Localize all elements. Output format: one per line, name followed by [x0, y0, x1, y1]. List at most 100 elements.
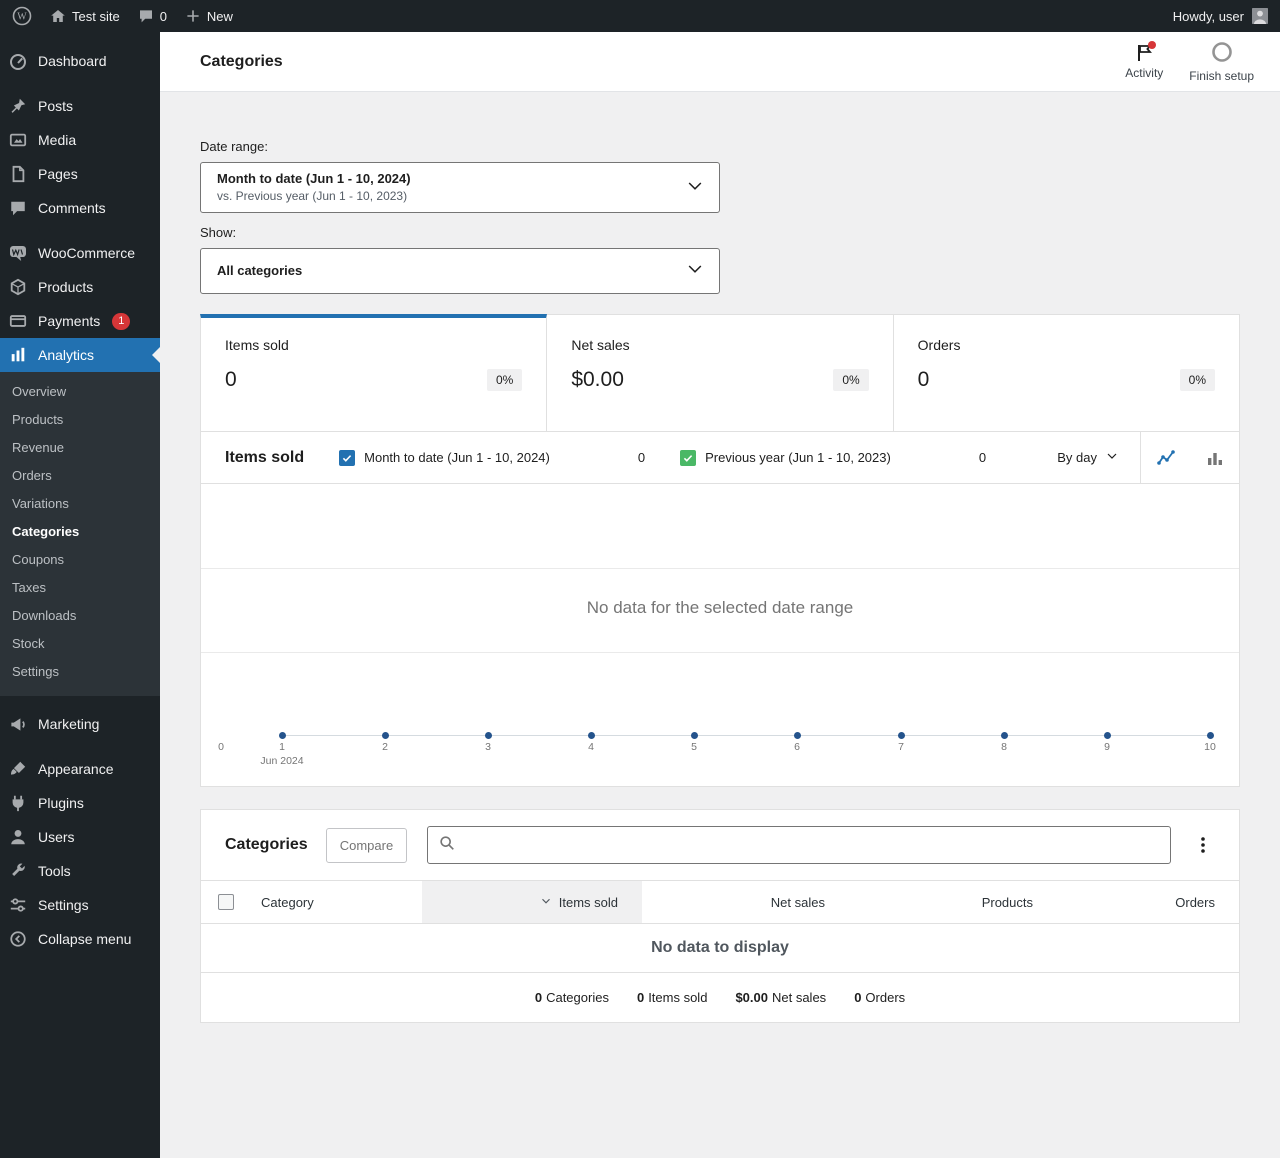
- legend-value: 0: [978, 450, 987, 465]
- tools-icon: [8, 861, 28, 881]
- submenu-item-stock[interactable]: Stock: [0, 630, 160, 658]
- woocommerce-icon: [8, 243, 28, 263]
- column-header-orders[interactable]: Orders: [1057, 881, 1239, 923]
- comments-count: 0: [159, 8, 167, 24]
- select-all-checkbox[interactable]: [218, 894, 234, 910]
- sidebar-item-plugins[interactable]: Plugins: [0, 786, 160, 820]
- summary-categories: 0 Categories: [534, 990, 609, 1005]
- payments-icon: [8, 311, 28, 331]
- sidebar-item-tools[interactable]: Tools: [0, 854, 160, 888]
- sidebar-item-comments[interactable]: Comments: [0, 191, 160, 225]
- bar-chart-icon[interactable]: [1190, 432, 1239, 483]
- compare-button[interactable]: Compare: [325, 827, 408, 863]
- table-empty-message: No data to display: [201, 924, 1239, 973]
- legend-checkbox-secondary[interactable]: [680, 449, 697, 466]
- chart-header: Items sold Month to date (Jun 1 - 10, 20…: [201, 432, 1239, 484]
- submenu-item-categories[interactable]: Categories: [0, 518, 160, 546]
- chart-data-point: [691, 732, 698, 739]
- submenu-item-products[interactable]: Products: [0, 406, 160, 434]
- new-label: New: [206, 8, 233, 24]
- stat-delta-badge: 0%: [486, 369, 523, 391]
- stat-value: $0.00: [571, 368, 624, 391]
- stat-card-net-sales[interactable]: Net sales $0.00 0%: [547, 314, 894, 432]
- chart-interval-select[interactable]: By day: [1037, 432, 1140, 483]
- admin-bar: W Test site 0 New Howdy, user: [0, 0, 1280, 32]
- x-axis-tick: 2: [382, 741, 388, 753]
- activity-button[interactable]: Activity: [1125, 40, 1163, 83]
- x-axis-tick: 4: [588, 741, 594, 753]
- sidebar-item-products[interactable]: Products: [0, 270, 160, 304]
- submenu-item-overview[interactable]: Overview: [0, 378, 160, 406]
- select-all-cell: [201, 881, 251, 923]
- sidebar-item-marketing[interactable]: Marketing: [0, 707, 160, 741]
- stat-card-items-sold[interactable]: Items sold 0 0%: [200, 314, 548, 432]
- date-range-label: Date range:: [200, 139, 268, 154]
- comments-bubble-icon: [138, 8, 154, 24]
- page-title: Categories: [200, 52, 283, 70]
- chart-data-point: [1207, 732, 1214, 739]
- plugins-icon: [8, 793, 28, 813]
- search-icon: [438, 834, 456, 857]
- column-header-products[interactable]: Products: [849, 881, 1057, 923]
- page-header: Categories Activity Finish setup: [160, 32, 1280, 92]
- stat-card-orders[interactable]: Orders 0 0%: [893, 314, 1240, 432]
- legend-item-previous-period[interactable]: Previous year (Jun 1 - 10, 2023) 0: [680, 449, 987, 466]
- settings-icon: [8, 895, 28, 915]
- home-icon: [50, 8, 66, 24]
- submenu-item-variations[interactable]: Variations: [0, 490, 160, 518]
- activity-unread-dot: [1148, 40, 1157, 49]
- sidebar-item-payments[interactable]: Payments 1: [0, 304, 160, 338]
- summary-orders: 0 Orders: [854, 990, 906, 1005]
- sidebar-item-media[interactable]: Media: [0, 123, 160, 157]
- search-box[interactable]: [427, 826, 1171, 864]
- legend-checkbox-primary[interactable]: [339, 449, 356, 466]
- sidebar-item-users[interactable]: Users: [0, 820, 160, 854]
- sidebar-item-woocommerce[interactable]: WooCommerce: [0, 236, 160, 270]
- search-input[interactable]: [462, 836, 1160, 854]
- category-filter-select[interactable]: All categories: [200, 248, 720, 294]
- submenu-item-revenue[interactable]: Revenue: [0, 434, 160, 462]
- sidebar-item-appearance[interactable]: Appearance: [0, 752, 160, 786]
- column-header-items-sold[interactable]: Items sold: [422, 881, 642, 923]
- products-icon: [8, 277, 28, 297]
- table-summary: 0 Categories 0 Items sold $0.00 Net sales 0…: [201, 973, 1239, 1022]
- table-column-headers: Category Items sold Net sales Products O…: [201, 880, 1239, 924]
- column-header-category[interactable]: Category: [251, 881, 422, 923]
- submenu-item-taxes[interactable]: Taxes: [0, 574, 160, 602]
- howdy-text: Howdy, user: [1172, 8, 1244, 24]
- date-range-select[interactable]: Month to date (Jun 1 - 10, 2024) vs. Pre…: [200, 162, 720, 213]
- sidebar: Dashboard Posts Media Pages Comments Woo…: [0, 32, 160, 1158]
- chart-data-point: [588, 732, 595, 739]
- show-label: Show:: [200, 225, 237, 240]
- column-header-net-sales[interactable]: Net sales: [642, 881, 849, 923]
- menu-separator: [0, 225, 160, 236]
- date-range-value: Month to date (Jun 1 - 10, 2024): [217, 171, 411, 186]
- sidebar-item-dashboard[interactable]: Dashboard: [0, 44, 160, 78]
- wordpress-menu[interactable]: W: [12, 6, 32, 26]
- new-content-button[interactable]: New: [185, 8, 233, 24]
- summary-items-sold: 0 Items sold: [636, 990, 708, 1005]
- wordpress-logo-icon: W: [12, 6, 32, 26]
- dashboard-icon: [8, 51, 28, 71]
- submenu-item-coupons[interactable]: Coupons: [0, 546, 160, 574]
- sidebar-item-analytics[interactable]: Analytics: [0, 338, 160, 372]
- kebab-menu-icon[interactable]: [1191, 833, 1215, 857]
- x-axis-tick: 3: [485, 741, 491, 753]
- media-icon: [8, 130, 28, 150]
- finish-setup-button[interactable]: Finish setup: [1189, 41, 1254, 83]
- line-chart-icon[interactable]: [1141, 432, 1190, 483]
- account-menu[interactable]: Howdy, user: [1173, 8, 1268, 24]
- sidebar-item-posts[interactable]: Posts: [0, 89, 160, 123]
- legend-item-current-period[interactable]: Month to date (Jun 1 - 10, 2024) 0: [339, 449, 645, 466]
- sidebar-item-pages[interactable]: Pages: [0, 157, 160, 191]
- submenu-item-orders[interactable]: Orders: [0, 462, 160, 490]
- submenu-item-downloads[interactable]: Downloads: [0, 602, 160, 630]
- sidebar-item-settings[interactable]: Settings: [0, 888, 160, 922]
- x-axis-tick: 7: [898, 741, 904, 753]
- sidebar-item-collapse-menu[interactable]: Collapse menu: [0, 922, 160, 956]
- submenu-item-settings[interactable]: Settings: [0, 658, 160, 686]
- comments-shortcut[interactable]: 0: [138, 8, 167, 24]
- header-actions: Activity Finish setup: [1125, 40, 1254, 83]
- site-link[interactable]: Test site: [50, 8, 120, 24]
- stat-delta-badge: 0%: [1179, 369, 1215, 391]
